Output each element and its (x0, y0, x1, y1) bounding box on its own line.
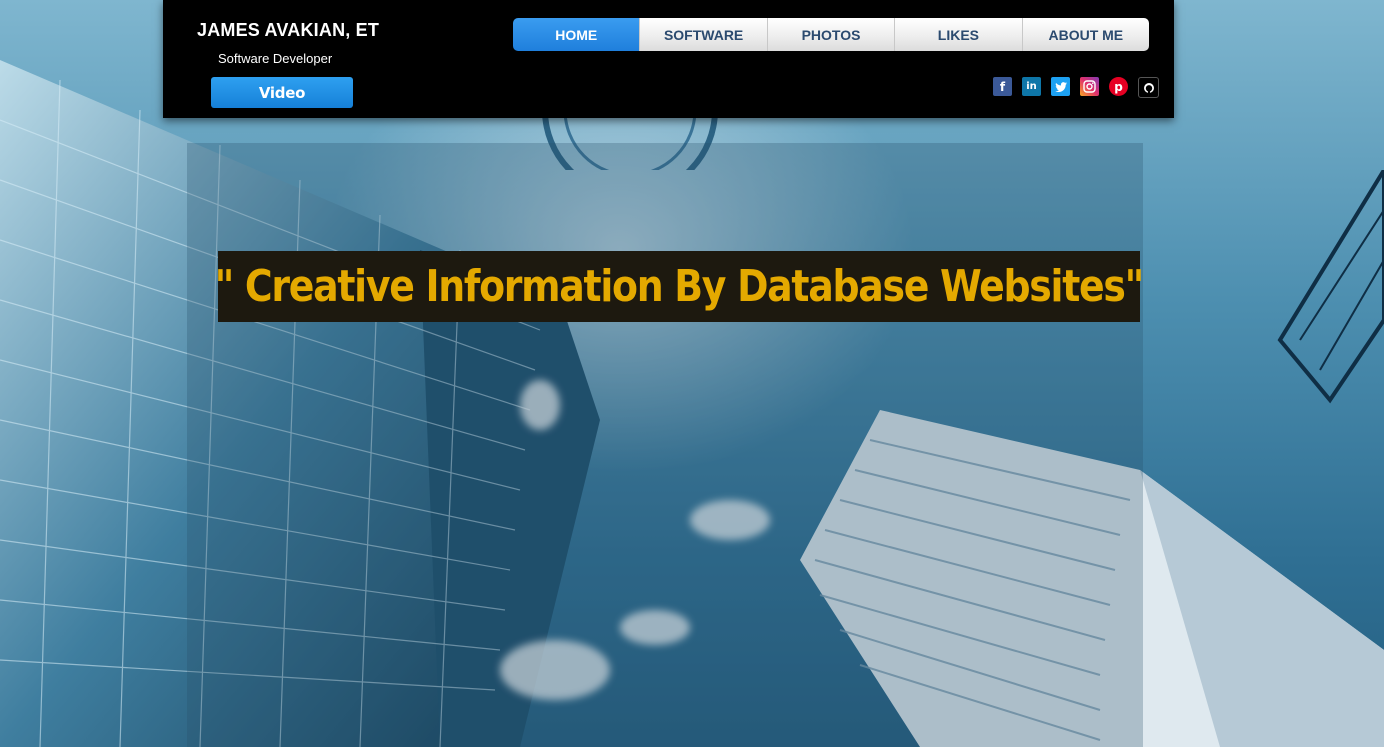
content-overlay-panel (187, 143, 1143, 747)
linkedin-icon[interactable]: in (1022, 77, 1041, 96)
nav-item-about-me[interactable]: ABOUT ME (1022, 18, 1149, 51)
main-nav: HOME SOFTWARE PHOTOS LIKES ABOUT ME (513, 18, 1149, 51)
instagram-icon[interactable] (1080, 77, 1099, 96)
site-title[interactable]: JAMES AVAKIAN, ET (197, 20, 379, 41)
nav-item-software[interactable]: SOFTWARE (640, 18, 768, 51)
pinterest-icon[interactable]: p (1109, 77, 1128, 96)
background-crane (1277, 170, 1384, 404)
twitter-icon[interactable] (1051, 77, 1070, 96)
nav-item-home[interactable]: HOME (513, 18, 641, 51)
headline-banner: " Creative Information By Database Websi… (214, 251, 1145, 322)
hero-headline: " Creative Information By Database Websi… (214, 261, 1145, 312)
github-icon[interactable] (1138, 77, 1159, 98)
site-header: JAMES AVAKIAN, ET Software Developer Vid… (163, 0, 1174, 118)
nav-item-photos[interactable]: PHOTOS (767, 18, 896, 51)
page: JAMES AVAKIAN, ET Software Developer Vid… (0, 0, 1384, 747)
nav-item-likes[interactable]: LIKES (895, 18, 1023, 51)
facebook-icon[interactable]: f (993, 77, 1012, 96)
video-button[interactable]: Video (211, 77, 353, 108)
site-subtitle: Software Developer (218, 51, 333, 66)
social-bar: f in p (993, 77, 1159, 98)
